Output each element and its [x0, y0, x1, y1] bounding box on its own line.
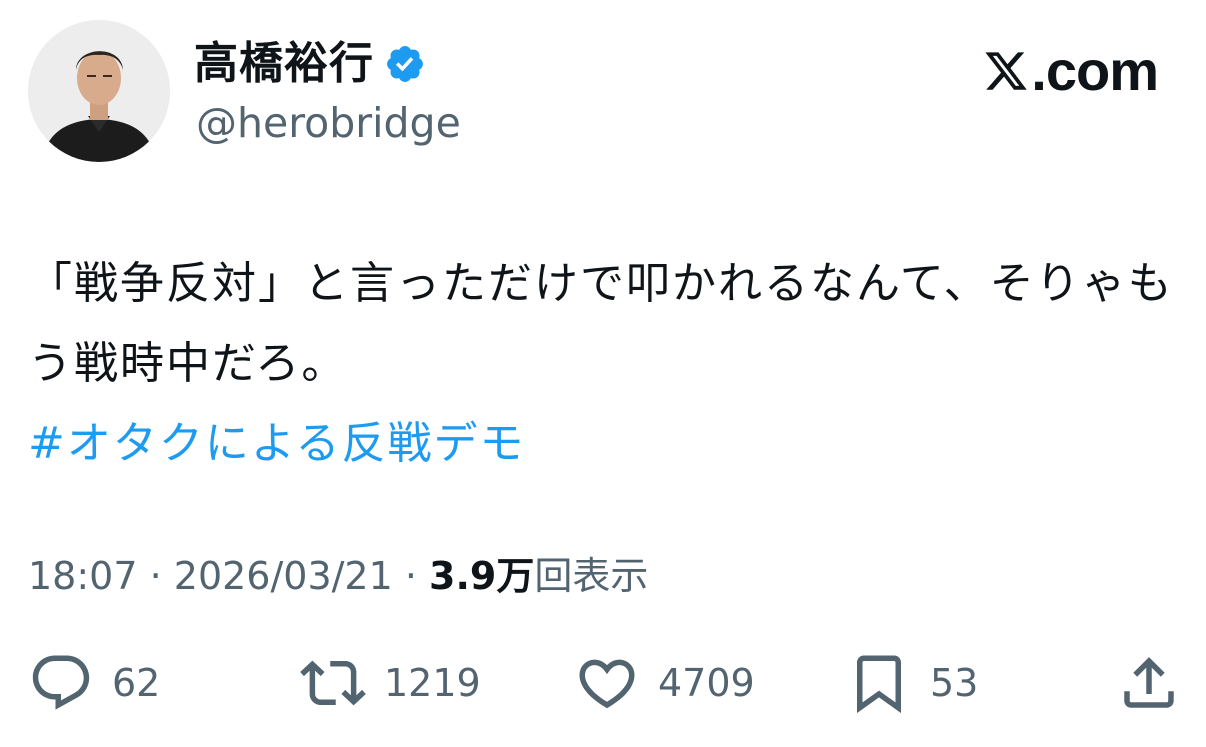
meta-separator: · [137, 554, 174, 598]
reply-icon [32, 655, 90, 710]
tweet-meta: 18:07 · 2026/03/21 · 3.9万回表示 [28, 548, 648, 604]
retweet-button[interactable]: 1219 [300, 648, 481, 718]
retweet-count: 1219 [384, 661, 481, 705]
retweet-icon [300, 660, 366, 706]
bookmark-button[interactable]: 53 [846, 648, 978, 718]
share-button[interactable] [1116, 648, 1182, 718]
reply-count: 62 [112, 661, 161, 705]
bookmark-count: 53 [930, 661, 979, 705]
bookmark-icon [857, 655, 901, 714]
like-count: 4709 [658, 661, 755, 705]
x-logo-icon [985, 52, 1028, 90]
share-icon [1124, 657, 1174, 708]
views-label: 回表示 [534, 554, 649, 598]
heart-icon [579, 659, 635, 709]
avatar-photo [28, 20, 170, 162]
author-avatar[interactable] [28, 20, 170, 162]
like-button[interactable]: 4709 [574, 648, 755, 718]
author-name-row: 高橋裕行 [194, 36, 426, 92]
tweet-time[interactable]: 18:07 [28, 554, 138, 598]
tweet-date[interactable]: 2026/03/21 [174, 554, 393, 598]
tweet-actions: 62 1219 4709 53 [0, 648, 1206, 718]
tweet-body: 「戦争反対」と言っただけで叩かれるなんて、そりゃもう戦時中だろ。 #オタクによる… [28, 244, 1178, 484]
tweet-text: 「戦争反対」と言っただけで叩かれるなんて、そりゃもう戦時中だろ。 [28, 258, 1174, 389]
reply-button[interactable]: 62 [28, 648, 160, 718]
x-com-brand[interactable]: .com [983, 39, 1159, 102]
author-display-name[interactable]: 高橋裕行 [194, 36, 374, 92]
author-handle[interactable]: @herobridge [196, 96, 461, 150]
hashtag-link[interactable]: #オタクによる反戦デモ [28, 404, 526, 484]
verified-badge-icon [387, 46, 423, 82]
brand-domain-text: .com [1031, 39, 1159, 102]
meta-separator: · [392, 554, 430, 598]
views-count: 3.9万 [429, 554, 535, 598]
